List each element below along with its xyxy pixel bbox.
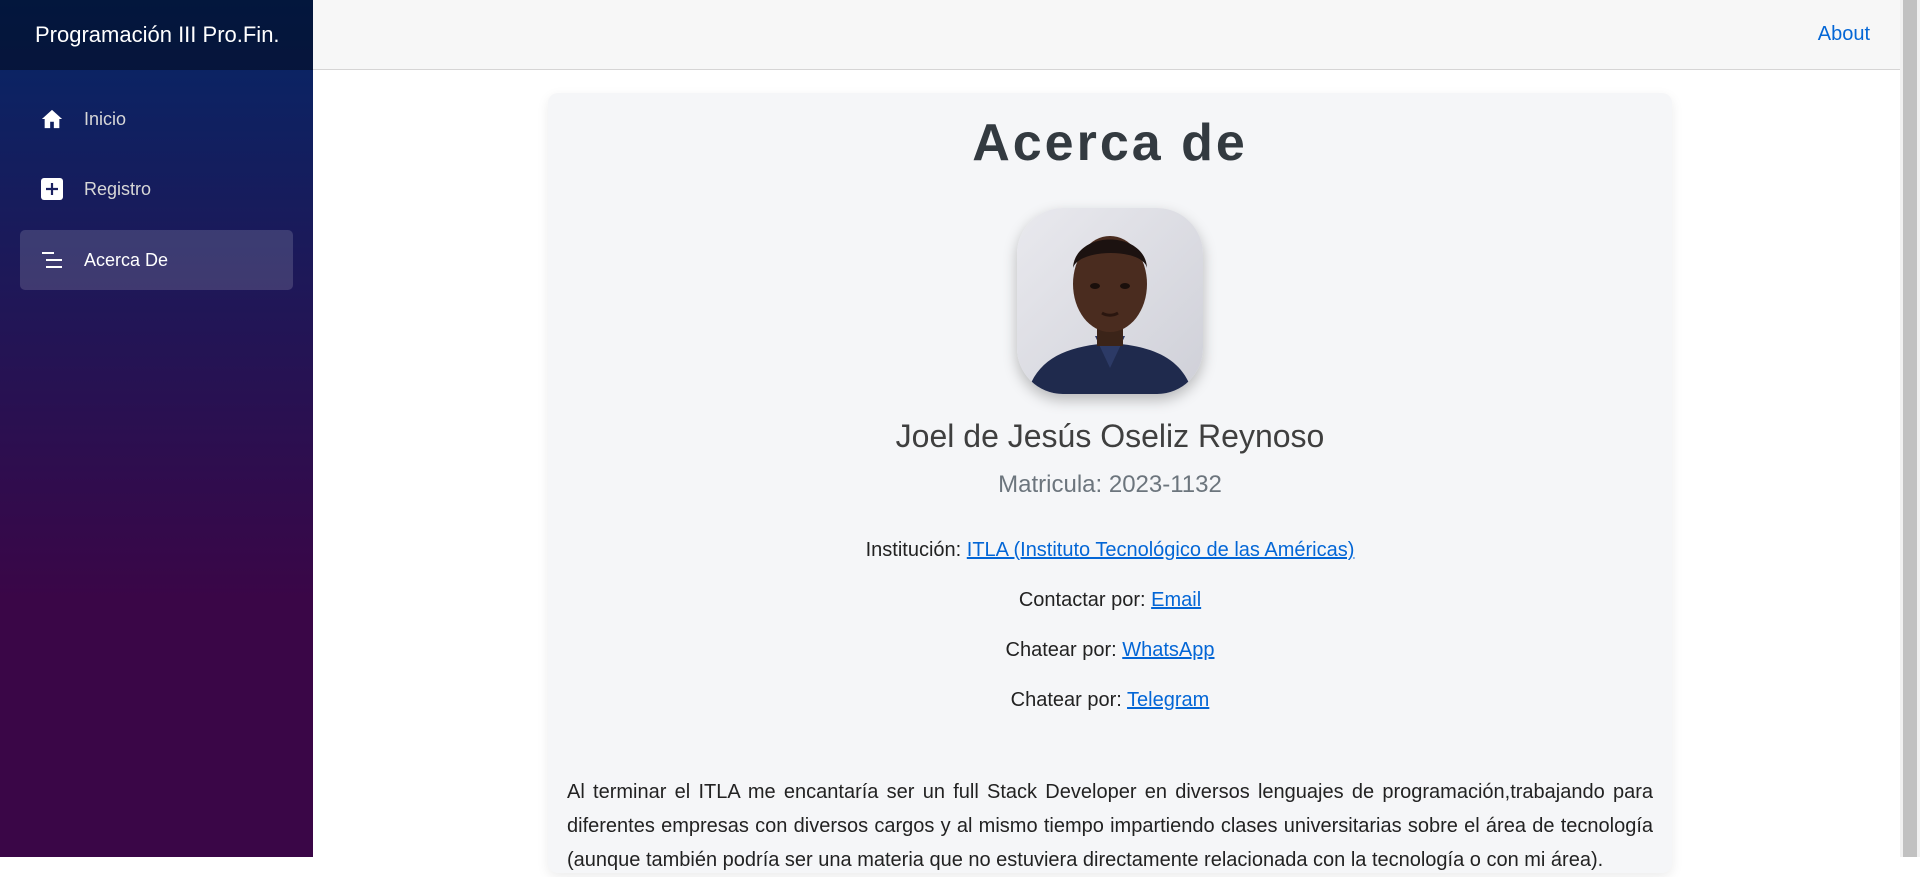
institution-line: Institución: ITLA (Instituto Tecnológico… (548, 539, 1672, 562)
institution-label: Institución: (865, 539, 962, 561)
telegram-link[interactable]: Telegram (1127, 689, 1209, 711)
telegram-label: Chatear por: (1010, 689, 1122, 711)
sidebar-item-registro[interactable]: Registro (20, 159, 293, 219)
telegram-line: Chatear por: Telegram (548, 689, 1672, 712)
sidebar-item-label: Acerca De (84, 249, 169, 270)
sidebar: Programación III Pro.Fin. Inicio Registr… (0, 0, 313, 857)
page-title: Acerca de (972, 114, 1248, 172)
home-icon (40, 107, 64, 131)
vertical-scrollbar[interactable] (1900, 0, 1920, 857)
whatsapp-label: Chatear por: (1005, 639, 1117, 661)
sidebar-item-label: Inicio (84, 108, 127, 129)
email-link[interactable]: Email (1151, 589, 1201, 611)
sidebar-item-label: Registro (84, 178, 152, 199)
contact-label: Contactar por: (1018, 589, 1146, 611)
about-link[interactable]: About (1818, 23, 1870, 46)
matricula: Matricula: 2023-1132 (998, 471, 1222, 498)
sidebar-item-inicio[interactable]: Inicio (20, 89, 293, 149)
plus-square-icon (40, 177, 64, 201)
top-bar: About (313, 0, 1900, 70)
sidebar-item-acerca-de[interactable]: Acerca De (20, 230, 293, 290)
about-card: Acerca de Joel de Jesús Oseliz Reynoso M… (548, 93, 1672, 873)
institution-link[interactable]: ITLA (Instituto Tecnológico de las Améri… (967, 539, 1355, 561)
list-rich-icon (40, 248, 64, 272)
whatsapp-line: Chatear por: WhatsApp (548, 639, 1672, 662)
contact-line: Contactar por: Email (548, 589, 1672, 612)
scrollbar-thumb[interactable] (1903, 0, 1917, 857)
whatsapp-link[interactable]: WhatsApp (1122, 639, 1214, 661)
brand-title[interactable]: Programación III Pro.Fin. (0, 0, 313, 70)
profile-photo (1017, 208, 1203, 394)
description-paragraph: Al terminar el ITLA me encantaría ser un… (567, 781, 1653, 871)
person-name: Joel de Jesús Oseliz Reynoso (895, 418, 1325, 454)
